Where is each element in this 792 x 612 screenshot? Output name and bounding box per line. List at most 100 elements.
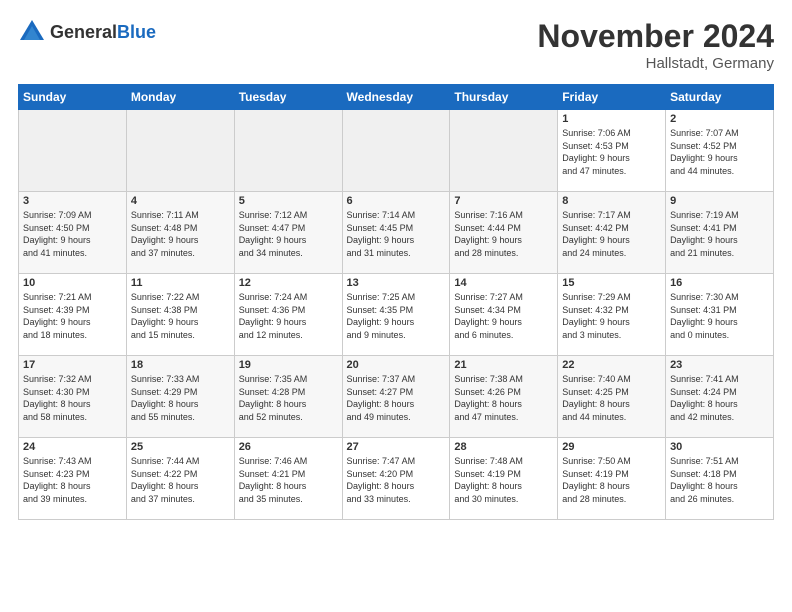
month-title: November 2024 [537,18,774,55]
header-wednesday: Wednesday [342,85,450,110]
day-info: Sunrise: 7:06 AM Sunset: 4:53 PM Dayligh… [562,127,661,177]
day-number: 1 [562,113,661,125]
day-info: Sunrise: 7:25 AM Sunset: 4:35 PM Dayligh… [347,291,446,341]
calendar-cell-3-5: 22 Sunrise: 7:40 AM Sunset: 4:25 PM Dayli… [558,356,666,438]
calendar-cell-3-1: 18 Sunrise: 7:33 AM Sunset: 4:29 PM Dayli… [126,356,234,438]
calendar-cell-2-1: 11 Sunrise: 7:22 AM Sunset: 4:38 PM Dayli… [126,274,234,356]
day-number: 17 [23,359,122,371]
calendar-cell-2-2: 12 Sunrise: 7:24 AM Sunset: 4:36 PM Dayli… [234,274,342,356]
day-info: Sunrise: 7:46 AM Sunset: 4:21 PM Dayligh… [239,455,338,505]
title-block: November 2024 Hallstadt, Germany [537,18,774,72]
day-info: Sunrise: 7:11 AM Sunset: 4:48 PM Dayligh… [131,209,230,259]
day-number: 27 [347,441,446,453]
day-info: Sunrise: 7:50 AM Sunset: 4:19 PM Dayligh… [562,455,661,505]
calendar-cell-1-1: 4Sunrise: 7:11 AM Sunset: 4:48 PM Daylig… [126,192,234,274]
day-info: Sunrise: 7:24 AM Sunset: 4:36 PM Dayligh… [239,291,338,341]
day-number: 7 [454,195,553,207]
calendar-table: Sunday Monday Tuesday Wednesday Thursday… [18,84,774,520]
calendar-cell-4-3: 27 Sunrise: 7:47 AM Sunset: 4:20 PM Dayli… [342,438,450,520]
calendar-cell-4-5: 29 Sunrise: 7:50 AM Sunset: 4:19 PM Dayli… [558,438,666,520]
day-info: Sunrise: 7:30 AM Sunset: 4:31 PM Dayligh… [670,291,769,341]
day-number: 25 [131,441,230,453]
calendar-cell-0-4 [450,110,558,192]
day-info: Sunrise: 7:41 AM Sunset: 4:24 PM Dayligh… [670,373,769,423]
calendar-cell-2-0: 10 Sunrise: 7:21 AM Sunset: 4:39 PM Dayli… [19,274,127,356]
day-info: Sunrise: 7:48 AM Sunset: 4:19 PM Dayligh… [454,455,553,505]
day-info: Sunrise: 7:38 AM Sunset: 4:26 PM Dayligh… [454,373,553,423]
week-row-0: 1 Sunrise: 7:06 AM Sunset: 4:53 PM Daylig… [19,110,774,192]
day-info: Sunrise: 7:12 AM Sunset: 4:47 PM Dayligh… [239,209,338,259]
day-info: Sunrise: 7:44 AM Sunset: 4:22 PM Dayligh… [131,455,230,505]
calendar-cell-2-4: 14Sunrise: 7:27 AM Sunset: 4:34 PM Dayli… [450,274,558,356]
day-info: Sunrise: 7:07 AM Sunset: 4:52 PM Dayligh… [670,127,769,177]
calendar-cell-3-4: 21 Sunrise: 7:38 AM Sunset: 4:26 PM Dayli… [450,356,558,438]
day-info: Sunrise: 7:37 AM Sunset: 4:27 PM Dayligh… [347,373,446,423]
calendar-cell-4-4: 28 Sunrise: 7:48 AM Sunset: 4:19 PM Dayli… [450,438,558,520]
calendar-cell-0-0 [19,110,127,192]
header: GeneralBlue November 2024 Hallstadt, Ger… [18,18,774,72]
day-number: 3 [23,195,122,207]
day-info: Sunrise: 7:35 AM Sunset: 4:28 PM Dayligh… [239,373,338,423]
day-info: Sunrise: 7:21 AM Sunset: 4:39 PM Dayligh… [23,291,122,341]
page: GeneralBlue November 2024 Hallstadt, Ger… [0,0,792,530]
day-number: 11 [131,277,230,289]
calendar-cell-1-4: 7 Sunrise: 7:16 AM Sunset: 4:44 PM Daylig… [450,192,558,274]
week-row-3: 17Sunrise: 7:32 AM Sunset: 4:30 PM Dayli… [19,356,774,438]
calendar-cell-1-6: 9Sunrise: 7:19 AM Sunset: 4:41 PM Daylig… [666,192,774,274]
day-number: 12 [239,277,338,289]
day-info: Sunrise: 7:51 AM Sunset: 4:18 PM Dayligh… [670,455,769,505]
day-info: Sunrise: 7:43 AM Sunset: 4:23 PM Dayligh… [23,455,122,505]
day-number: 15 [562,277,661,289]
day-info: Sunrise: 7:22 AM Sunset: 4:38 PM Dayligh… [131,291,230,341]
header-sunday: Sunday [19,85,127,110]
day-number: 10 [23,277,122,289]
calendar-cell-1-2: 5 Sunrise: 7:12 AM Sunset: 4:47 PM Daylig… [234,192,342,274]
logo-icon [18,18,46,46]
day-info: Sunrise: 7:33 AM Sunset: 4:29 PM Dayligh… [131,373,230,423]
day-info: Sunrise: 7:16 AM Sunset: 4:44 PM Dayligh… [454,209,553,259]
header-tuesday: Tuesday [234,85,342,110]
day-info: Sunrise: 7:29 AM Sunset: 4:32 PM Dayligh… [562,291,661,341]
day-number: 20 [347,359,446,371]
week-row-2: 10 Sunrise: 7:21 AM Sunset: 4:39 PM Dayli… [19,274,774,356]
calendar-cell-1-5: 8Sunrise: 7:17 AM Sunset: 4:42 PM Daylig… [558,192,666,274]
header-thursday: Thursday [450,85,558,110]
day-number: 6 [347,195,446,207]
day-number: 8 [562,195,661,207]
days-header-row: Sunday Monday Tuesday Wednesday Thursday… [19,85,774,110]
day-number: 2 [670,113,769,125]
day-info: Sunrise: 7:19 AM Sunset: 4:41 PM Dayligh… [670,209,769,259]
calendar-cell-3-0: 17Sunrise: 7:32 AM Sunset: 4:30 PM Dayli… [19,356,127,438]
day-number: 29 [562,441,661,453]
calendar-cell-0-1 [126,110,234,192]
calendar-cell-2-5: 15 Sunrise: 7:29 AM Sunset: 4:32 PM Dayli… [558,274,666,356]
calendar-cell-1-0: 3 Sunrise: 7:09 AM Sunset: 4:50 PM Daylig… [19,192,127,274]
calendar-cell-2-3: 13Sunrise: 7:25 AM Sunset: 4:35 PM Dayli… [342,274,450,356]
day-number: 22 [562,359,661,371]
calendar-cell-3-6: 23 Sunrise: 7:41 AM Sunset: 4:24 PM Dayli… [666,356,774,438]
calendar-cell-0-6: 2 Sunrise: 7:07 AM Sunset: 4:52 PM Daylig… [666,110,774,192]
calendar-cell-2-6: 16Sunrise: 7:30 AM Sunset: 4:31 PM Dayli… [666,274,774,356]
header-saturday: Saturday [666,85,774,110]
day-number: 30 [670,441,769,453]
day-number: 23 [670,359,769,371]
day-number: 5 [239,195,338,207]
header-monday: Monday [126,85,234,110]
day-info: Sunrise: 7:40 AM Sunset: 4:25 PM Dayligh… [562,373,661,423]
location: Hallstadt, Germany [537,55,774,72]
day-number: 18 [131,359,230,371]
calendar-cell-4-1: 25 Sunrise: 7:44 AM Sunset: 4:22 PM Dayli… [126,438,234,520]
calendar-cell-3-3: 20 Sunrise: 7:37 AM Sunset: 4:27 PM Dayli… [342,356,450,438]
week-row-4: 24 Sunrise: 7:43 AM Sunset: 4:23 PM Dayli… [19,438,774,520]
day-number: 28 [454,441,553,453]
calendar-cell-0-2 [234,110,342,192]
day-info: Sunrise: 7:09 AM Sunset: 4:50 PM Dayligh… [23,209,122,259]
day-info: Sunrise: 7:47 AM Sunset: 4:20 PM Dayligh… [347,455,446,505]
day-number: 21 [454,359,553,371]
calendar-cell-4-0: 24 Sunrise: 7:43 AM Sunset: 4:23 PM Dayli… [19,438,127,520]
week-row-1: 3 Sunrise: 7:09 AM Sunset: 4:50 PM Daylig… [19,192,774,274]
day-info: Sunrise: 7:14 AM Sunset: 4:45 PM Dayligh… [347,209,446,259]
day-info: Sunrise: 7:27 AM Sunset: 4:34 PM Dayligh… [454,291,553,341]
day-number: 24 [23,441,122,453]
header-friday: Friday [558,85,666,110]
